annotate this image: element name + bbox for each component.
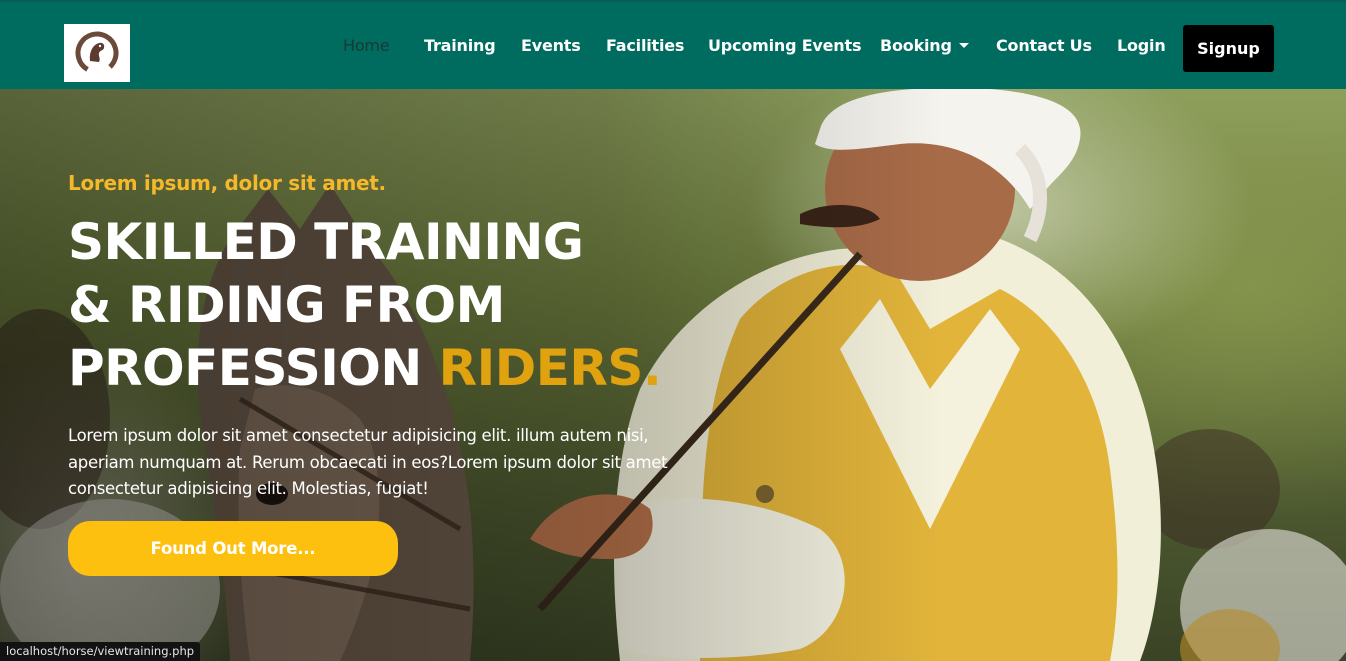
- headline-accent: RIDERS.: [438, 339, 662, 397]
- signup-button[interactable]: Signup: [1183, 25, 1274, 72]
- link-status-bar: localhost/horse/viewtraining.php: [0, 642, 201, 661]
- nav-events[interactable]: Events: [521, 36, 581, 55]
- nav-home[interactable]: Home: [343, 36, 390, 55]
- horseshoe-icon: [75, 31, 119, 75]
- site-logo[interactable]: [64, 24, 130, 82]
- nav-booking-dropdown[interactable]: Booking: [880, 36, 969, 55]
- nav-login[interactable]: Login: [1117, 36, 1166, 55]
- headline-line-3: PROFESSION: [68, 339, 422, 397]
- nav-training[interactable]: Training: [424, 36, 496, 55]
- hero-kicker: Lorem ipsum, dolor sit amet.: [68, 171, 386, 195]
- hero-headline: SKILLED TRAINING & RIDING FROM PROFESSIO…: [68, 211, 708, 400]
- top-navbar: Home Training Events Facilities Upcoming…: [0, 0, 1346, 89]
- nav-contact-us[interactable]: Contact Us: [996, 36, 1092, 55]
- hero-section: Lorem ipsum, dolor sit amet. SKILLED TRA…: [0, 89, 1346, 661]
- caret-down-icon: [958, 43, 969, 48]
- nav-booking-label: Booking: [880, 36, 952, 55]
- headline-line-2: & RIDING FROM: [68, 276, 505, 334]
- hero-description: Lorem ipsum dolor sit amet consectetur a…: [68, 426, 668, 498]
- nav-facilities[interactable]: Facilities: [606, 36, 684, 55]
- nav-upcoming-events[interactable]: Upcoming Events: [708, 36, 861, 55]
- headline-line-1: SKILLED TRAINING: [68, 213, 584, 271]
- found-out-more-button[interactable]: Found Out More...: [68, 521, 398, 576]
